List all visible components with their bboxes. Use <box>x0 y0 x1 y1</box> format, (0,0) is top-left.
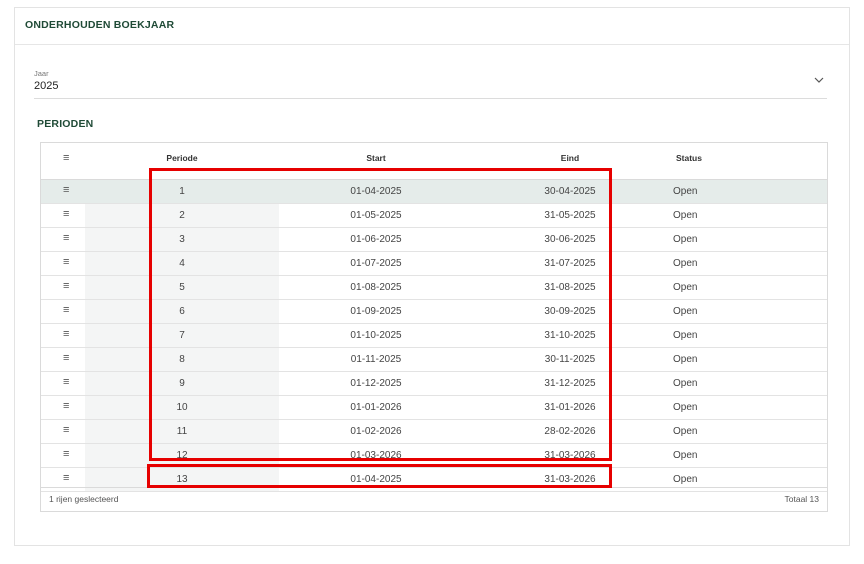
periode-cell: 6 <box>179 306 185 317</box>
start-cell: 01-03-2026 <box>350 450 402 461</box>
periode-cell: 5 <box>179 282 185 293</box>
grid-header: ≡ Periode Start Eind Status <box>41 143 827 180</box>
year-label: Jaar <box>34 69 49 78</box>
menu-lines-icon[interactable]: ≡ <box>63 424 69 436</box>
table-row[interactable]: ≡ 12 01-03-2026 31-03-2026 Open <box>41 444 827 468</box>
grid-footer: 1 rijen geslecteerd Totaal 13 <box>41 487 827 511</box>
start-cell: 01-12-2025 <box>350 378 402 389</box>
menu-lines-icon[interactable]: ≡ <box>63 256 69 268</box>
year-field[interactable]: Jaar 2025 <box>34 68 827 99</box>
start-cell: 01-01-2026 <box>350 402 402 413</box>
eind-cell: 30-06-2025 <box>544 234 596 245</box>
periode-cell: 2 <box>179 210 185 221</box>
menu-lines-icon[interactable]: ≡ <box>63 376 69 388</box>
table-row[interactable]: ≡ 2 01-05-2025 31-05-2025 Open <box>41 204 827 228</box>
menu-lines-icon[interactable]: ≡ <box>63 352 69 364</box>
start-cell: 01-11-2025 <box>350 354 402 365</box>
eind-cell: 31-07-2025 <box>544 258 596 269</box>
status-cell: Open <box>673 306 698 317</box>
menu-lines-icon[interactable]: ≡ <box>63 328 69 340</box>
status-cell: Open <box>673 474 698 485</box>
status-cell: Open <box>673 426 698 437</box>
table-row[interactable]: ≡ 4 01-07-2025 31-07-2025 Open <box>41 252 827 276</box>
eind-cell: 31-08-2025 <box>544 282 596 293</box>
start-cell: 01-02-2026 <box>350 426 402 437</box>
header-eind[interactable]: Eind <box>473 153 667 163</box>
periode-cell: 8 <box>179 354 185 365</box>
header-status[interactable]: Status <box>667 153 711 163</box>
start-cell: 01-10-2025 <box>350 330 402 341</box>
periode-cell: 10 <box>176 402 188 413</box>
table-row[interactable]: ≡ 8 01-11-2025 30-11-2025 Open <box>41 348 827 372</box>
status-cell: Open <box>673 234 698 245</box>
eind-cell: 31-03-2026 <box>544 474 596 485</box>
table-row[interactable]: ≡ 11 01-02-2026 28-02-2026 Open <box>41 420 827 444</box>
grid-body: ≡ 1 01-04-2025 30-04-2025 Open ≡ 2 01-05-2025 31… <box>41 180 827 492</box>
status-cell: Open <box>673 210 698 221</box>
periode-cell: 11 <box>176 426 188 437</box>
table-row[interactable]: ≡ 1 01-04-2025 30-04-2025 Open <box>41 180 827 204</box>
periode-cell: 13 <box>176 474 188 485</box>
periode-cell: 1 <box>179 186 185 197</box>
status-cell: Open <box>673 282 698 293</box>
table-row[interactable]: ≡ 9 01-12-2025 31-12-2025 Open <box>41 372 827 396</box>
start-cell: 01-04-2025 <box>350 186 402 197</box>
table-row[interactable]: ≡ 3 01-06-2025 30-06-2025 Open <box>41 228 827 252</box>
start-cell: 01-07-2025 <box>350 258 402 269</box>
chevron-down-icon[interactable] <box>813 75 825 85</box>
eind-cell: 28-02-2026 <box>544 426 596 437</box>
table-row[interactable]: ≡ 10 01-01-2026 31-01-2026 Open <box>41 396 827 420</box>
menu-lines-icon[interactable]: ≡ <box>63 184 69 196</box>
eind-cell: 31-05-2025 <box>544 210 596 221</box>
menu-lines-icon[interactable]: ≡ <box>63 280 69 292</box>
start-cell: 01-04-2025 <box>350 474 402 485</box>
start-cell: 01-06-2025 <box>350 234 402 245</box>
eind-cell: 31-10-2025 <box>544 330 596 341</box>
menu-lines-icon[interactable]: ≡ <box>63 472 69 484</box>
eind-cell: 30-11-2025 <box>544 354 596 365</box>
year-value: 2025 <box>34 80 59 92</box>
status-cell: Open <box>673 378 698 389</box>
table-row[interactable]: ≡ 6 01-09-2025 30-09-2025 Open <box>41 300 827 324</box>
table-row[interactable]: ≡ 5 01-08-2025 31-08-2025 Open <box>41 276 827 300</box>
menu-lines-icon[interactable]: ≡ <box>63 400 69 412</box>
status-cell: Open <box>673 354 698 365</box>
start-cell: 01-08-2025 <box>350 282 402 293</box>
periode-cell: 7 <box>179 330 185 341</box>
status-cell: Open <box>673 186 698 197</box>
section-title: PERIODEN <box>37 118 94 130</box>
periode-cell: 3 <box>179 234 185 245</box>
status-cell: Open <box>673 450 698 461</box>
eind-cell: 30-09-2025 <box>544 306 596 317</box>
card-title: ONDERHOUDEN BOEKJAAR <box>15 8 849 45</box>
menu-lines-icon[interactable]: ≡ <box>63 304 69 316</box>
column-menu-icon[interactable]: ≡ <box>63 152 69 164</box>
eind-cell: 31-01-2026 <box>544 402 596 413</box>
boekjaar-card: ONDERHOUDEN BOEKJAAR Jaar 2025 PERIODEN … <box>14 7 850 546</box>
selection-count: 1 rijen geslecteerd <box>49 494 119 504</box>
periode-cell: 4 <box>179 258 185 269</box>
header-periode[interactable]: Periode <box>85 153 279 163</box>
eind-cell: 31-03-2026 <box>544 450 596 461</box>
status-cell: Open <box>673 402 698 413</box>
menu-lines-icon[interactable]: ≡ <box>63 448 69 460</box>
status-cell: Open <box>673 258 698 269</box>
header-start[interactable]: Start <box>279 153 473 163</box>
start-cell: 01-05-2025 <box>350 210 402 221</box>
menu-lines-icon[interactable]: ≡ <box>63 232 69 244</box>
table-row[interactable]: ≡ 7 01-10-2025 31-10-2025 Open <box>41 324 827 348</box>
start-cell: 01-09-2025 <box>350 306 402 317</box>
periods-grid: ≡ Periode Start Eind Status ≡ 1 01-04-2025… <box>40 142 828 512</box>
eind-cell: 30-04-2025 <box>544 186 596 197</box>
status-cell: Open <box>673 330 698 341</box>
eind-cell: 31-12-2025 <box>544 378 596 389</box>
periode-cell: 9 <box>179 378 185 389</box>
total-count: Totaal 13 <box>784 494 820 504</box>
menu-lines-icon[interactable]: ≡ <box>63 208 69 220</box>
periode-cell: 12 <box>176 450 188 461</box>
